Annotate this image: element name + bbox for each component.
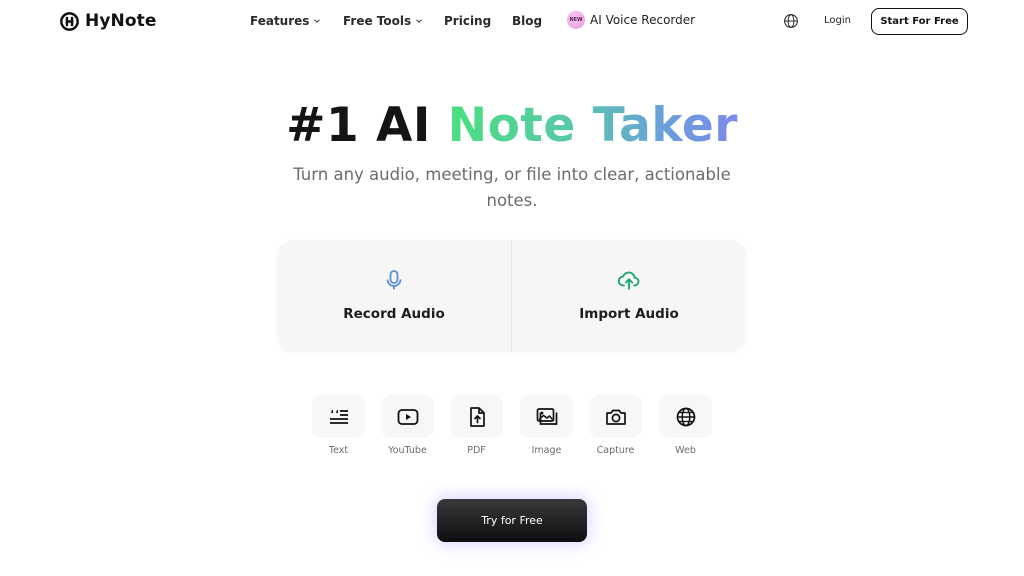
nav-recorder-label: AI Voice Recorder xyxy=(590,13,696,27)
tool-web[interactable]: Web xyxy=(659,395,712,456)
tool-text-box xyxy=(312,395,365,438)
file-upload-icon xyxy=(469,406,485,427)
tool-text-label: Text xyxy=(328,445,349,456)
top-header: HyNote Features Free Tools Pricing Blog … xyxy=(0,0,1024,42)
image-icon xyxy=(536,407,557,425)
action-cards: Record Audio Import Audio xyxy=(277,240,746,352)
tool-text[interactable]: Text xyxy=(312,395,365,456)
youtube-play-icon xyxy=(397,408,418,425)
brand-name: HyNote xyxy=(85,11,157,31)
tool-capture-label: Capture xyxy=(596,445,635,456)
chevron-down-icon xyxy=(314,19,321,23)
nav-free-tools[interactable]: Free Tools xyxy=(343,14,423,28)
cloud-upload-icon xyxy=(617,271,640,290)
tool-pdf-box xyxy=(450,395,503,438)
record-audio-label: Record Audio xyxy=(343,306,445,322)
tool-capture[interactable]: Capture xyxy=(589,395,642,456)
nav-features[interactable]: Features xyxy=(250,14,321,28)
logo-icon xyxy=(60,11,79,31)
tool-image-label: Image xyxy=(531,445,562,456)
nav-ai-voice-recorder[interactable]: NEW AI Voice Recorder xyxy=(567,11,695,29)
nav-free-tools-label: Free Tools xyxy=(343,14,412,28)
new-badge: NEW xyxy=(567,11,585,29)
record-audio-card[interactable]: Record Audio xyxy=(277,240,511,352)
hero-title-highlight: Note Taker xyxy=(447,98,738,153)
start-for-free-button[interactable]: Start For Free xyxy=(871,8,968,35)
brand-logo[interactable]: HyNote xyxy=(60,11,156,31)
hero-subtitle: Turn any audio, meeting, or file into cl… xyxy=(293,165,731,210)
chevron-down-icon xyxy=(416,19,422,23)
tool-web-label: Web xyxy=(675,445,696,456)
nav-features-label: Features xyxy=(250,14,310,28)
import-audio-label: Import Audio xyxy=(579,306,679,322)
nav-pricing[interactable]: Pricing xyxy=(444,14,491,28)
tool-image[interactable]: Image xyxy=(520,395,573,456)
tool-capture-box xyxy=(589,395,642,438)
tool-pdf-label: PDF xyxy=(467,445,486,456)
hero-title: #1 AI Note Taker xyxy=(0,96,1024,156)
microphone-icon xyxy=(386,270,402,290)
tool-youtube[interactable]: YouTube xyxy=(381,395,434,456)
try-for-free-button[interactable]: Try for Free xyxy=(437,499,587,542)
language-globe-icon[interactable] xyxy=(783,13,799,29)
tool-pdf[interactable]: PDF xyxy=(450,395,503,456)
import-audio-card[interactable]: Import Audio xyxy=(511,240,746,352)
source-tools: Text YouTube PDF Image Capture Web xyxy=(312,395,712,465)
camera-icon xyxy=(605,409,626,425)
nav-blog[interactable]: Blog xyxy=(512,14,542,28)
hero-title-plain: #1 AI xyxy=(286,98,431,153)
login-link[interactable]: Login xyxy=(824,15,851,26)
text-quote-icon xyxy=(329,409,348,424)
tool-web-box xyxy=(659,395,712,438)
tool-youtube-box xyxy=(381,395,434,438)
globe-icon xyxy=(676,407,695,426)
tool-youtube-label: YouTube xyxy=(388,445,427,456)
tool-image-box xyxy=(520,395,573,438)
